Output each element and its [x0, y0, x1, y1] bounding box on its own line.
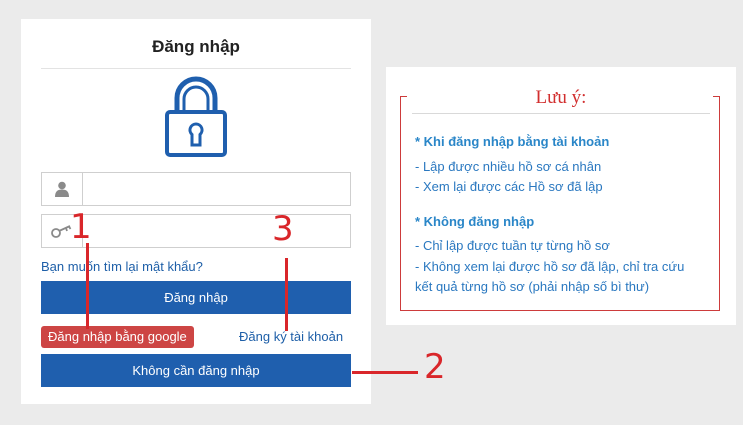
annotation-3: 3: [272, 209, 294, 249]
password-input[interactable]: [83, 215, 349, 247]
divider: [41, 68, 351, 69]
note-line: - Xem lại được các Hồ sơ đã lập: [415, 179, 603, 194]
note-line: - Chỉ lập được tuần tự từng hồ sơ: [415, 238, 610, 253]
note-card: Lưu ý: * Khi đăng nhập bằng tài khoản - …: [386, 67, 736, 325]
username-input[interactable]: [83, 173, 349, 205]
user-icon: [55, 181, 69, 197]
google-login-button[interactable]: Đăng nhập bằng google: [41, 326, 194, 348]
note-heading-account: * Khi đăng nhập bằng tài khoản: [415, 134, 610, 149]
no-login-button[interactable]: Không cần đăng nhập: [41, 354, 351, 387]
note-line: - Không xem lại được hồ sơ đã lập, chỉ t…: [415, 259, 685, 274]
annotation-1: 1: [70, 207, 92, 247]
note-line: kết quả từng hồ sơ (phải nhập số bì thư): [415, 279, 650, 294]
note-heading-no-login: * Không đăng nhập: [415, 214, 535, 229]
lock-icon: [165, 76, 227, 157]
divider: [412, 113, 710, 114]
register-link[interactable]: Đăng ký tài khoản: [239, 329, 343, 344]
annotation-3-pointer: [285, 258, 288, 331]
annotation-2: 2: [424, 347, 446, 387]
username-addon: [42, 173, 83, 205]
note-title: Lưu ý:: [535, 87, 587, 108]
annotation-2-pointer: [352, 371, 418, 374]
forgot-password-link[interactable]: Bạn muốn tìm lại mật khẩu?: [41, 259, 203, 274]
login-title: Đăng nhập: [152, 37, 240, 56]
username-field: [41, 172, 351, 206]
annotation-1-pointer: [86, 243, 89, 329]
note-line: - Lập được nhiều hồ sơ cá nhân: [415, 159, 602, 174]
